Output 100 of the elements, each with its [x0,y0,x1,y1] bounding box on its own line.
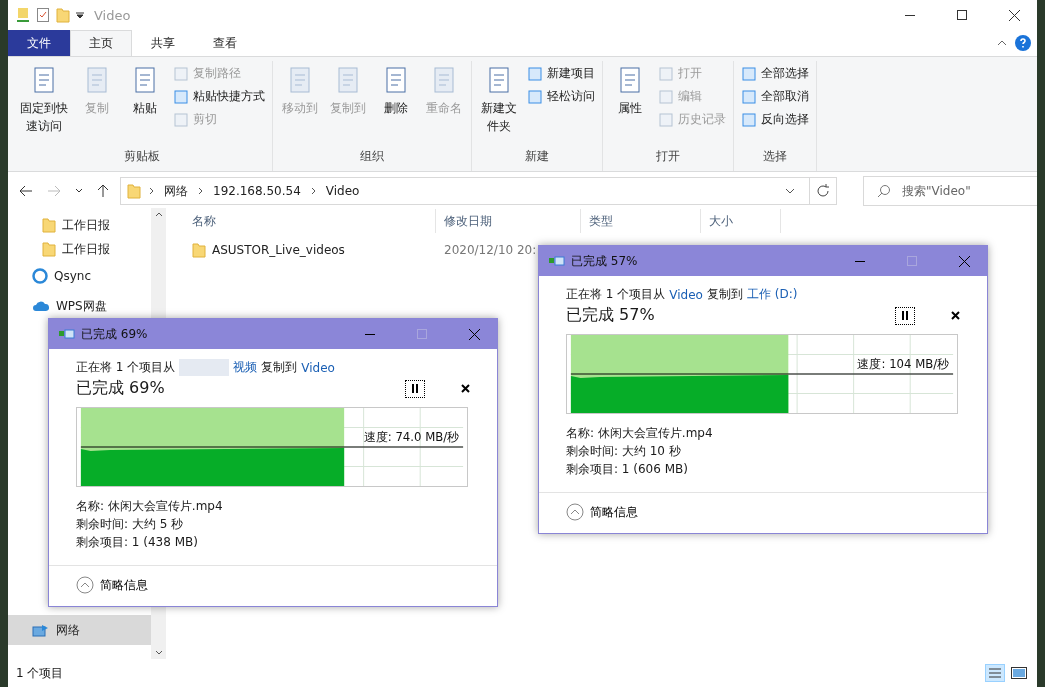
ribbon-icon [527,65,543,82]
speed-label: 速度: 74.0 MB/秒 [363,430,460,445]
copy-description: 正在将 1 个项目从 [566,286,666,303]
scroll-up-icon[interactable] [154,212,163,217]
cancel-button[interactable] [461,384,470,393]
ribbon-button[interactable]: 固定到快速访问 [16,61,72,144]
detail-text: 剩余时间: 大约 5 秒 [76,516,185,533]
pause-icon [412,384,418,393]
ribbon-button[interactable]: 粘贴快捷方式 [170,86,268,107]
ribbon-button[interactable]: 反向选择 [738,109,812,130]
ribbon-icon [658,65,674,82]
maximize-icon [417,329,427,339]
detail-text: 剩余时间: 大约 10 秒 [566,443,682,460]
minimize-icon [365,333,375,335]
ribbon-icon [741,65,757,82]
address-bar[interactable]: 网络 192.168.50.54 Video [120,177,810,205]
progress-heading: 已完成 57% [566,305,656,326]
chevron-icon [310,187,316,195]
sidebar-item[interactable]: Qsync [8,261,151,291]
dropdown-icon[interactable] [785,188,795,194]
ribbon-button[interactable]: 删除 [373,61,419,144]
ribbon-button[interactable]: 轻松访问 [524,86,598,107]
ribbon-icon [173,65,189,82]
destination-link[interactable]: Video [301,360,335,375]
folder-icon [192,242,206,258]
sidebar-item[interactable]: 网络 [8,615,151,645]
folder-icon [42,241,56,257]
ribbon-button[interactable]: 新建项目 [524,63,598,84]
column-header[interactable]: 修改日期 [436,209,581,233]
maximize-icon [907,256,917,266]
minimize-icon [905,14,915,16]
back-arrow-icon [19,185,33,197]
ribbon-button[interactable]: 粘贴 [122,61,168,144]
date-cell-text: 2020/12/10 20: [443,243,538,257]
close-icon [468,328,480,340]
minimize-icon [855,260,865,262]
ribbon-tab[interactable]: 主页 [70,30,132,56]
group-label: 剪贴板 [123,148,161,165]
source-link[interactable]: 视频 [233,359,258,376]
source-link[interactable]: Video [669,287,703,302]
ribbon-button[interactable]: 全部选择 [738,63,812,84]
speed-label: 速度: 104 MB/秒 [857,357,950,372]
pause-button[interactable] [405,379,425,398]
folder-icon [127,183,141,199]
copy-description: 复制到 [706,286,743,303]
breadcrumb[interactable]: 网络 [162,182,190,200]
sidebar-item[interactable]: 工作日报 [8,237,151,261]
close-icon [951,311,960,320]
pause-icon [902,311,908,320]
folder-icon [42,217,56,233]
sidebar-item[interactable]: 工作日报 [8,213,151,237]
chevron-icon [198,187,203,195]
chevron-icon [149,187,154,195]
refresh-button[interactable] [809,177,837,205]
collapse-ribbon-icon[interactable] [997,40,1007,46]
column-header[interactable]: 类型 [581,209,701,233]
cloud-icon [32,300,50,312]
detail-text: 剩余项目: 1 (606 MB) [566,461,689,478]
file-name-cell[interactable]: ASUSTOR_Live_videos [184,242,436,258]
breadcrumb[interactable]: 192.168.50.54 [211,184,303,198]
search-field[interactable]: 搜索"Video" [863,176,1037,206]
cancel-button[interactable] [951,311,960,320]
breadcrumb[interactable]: Video [323,184,362,198]
ribbon-tab[interactable]: 文件 [8,30,70,56]
folder-icon [56,7,70,23]
progress-heading: 已完成 69% [76,378,166,399]
network-icon [32,622,50,638]
item-count: 1 个项目 [16,664,64,682]
ribbon-icon [658,88,674,105]
help-icon[interactable] [1015,35,1031,51]
ribbon-button[interactable]: 属性 [607,61,653,144]
scroll-down-icon[interactable] [154,650,163,655]
group-label: 选择 [762,148,788,165]
group-label: 新建 [524,148,550,165]
fewer-details-button[interactable]: 简略信息 [566,503,638,521]
close-icon [1008,9,1020,21]
collapse-icon [566,503,584,521]
sync-icon [32,268,48,284]
forward-arrow-icon [47,185,61,197]
thumbnails-view-icon[interactable] [1009,664,1029,682]
column-header[interactable]: 名称 [184,209,436,233]
destination-link[interactable]: 工作 (D:) [746,286,798,303]
column-header[interactable]: 大小 [701,209,781,233]
ribbon-icon [741,88,757,105]
ribbon-icon [173,111,189,128]
ribbon-icon [173,88,189,105]
ribbon-button[interactable]: 新建文件夹 [476,61,522,144]
dropdown-icon[interactable] [76,11,84,19]
detail-text: 剩余项目: 1 (438 MB) [76,534,199,551]
ribbon-icon [527,88,543,105]
copy-description: 复制到 [261,359,298,376]
sidebar-item[interactable]: WPS网盘 [8,291,151,321]
copy-description: 正在将 1 个项目从 [76,359,176,376]
refresh-icon [816,184,830,198]
ribbon-button[interactable]: 全部取消 [738,86,812,107]
copy-icon [59,329,75,339]
close-icon [958,255,970,267]
pause-button[interactable] [895,306,915,325]
fewer-details-button[interactable]: 简略信息 [76,576,148,594]
checklist-icon[interactable] [36,7,50,23]
